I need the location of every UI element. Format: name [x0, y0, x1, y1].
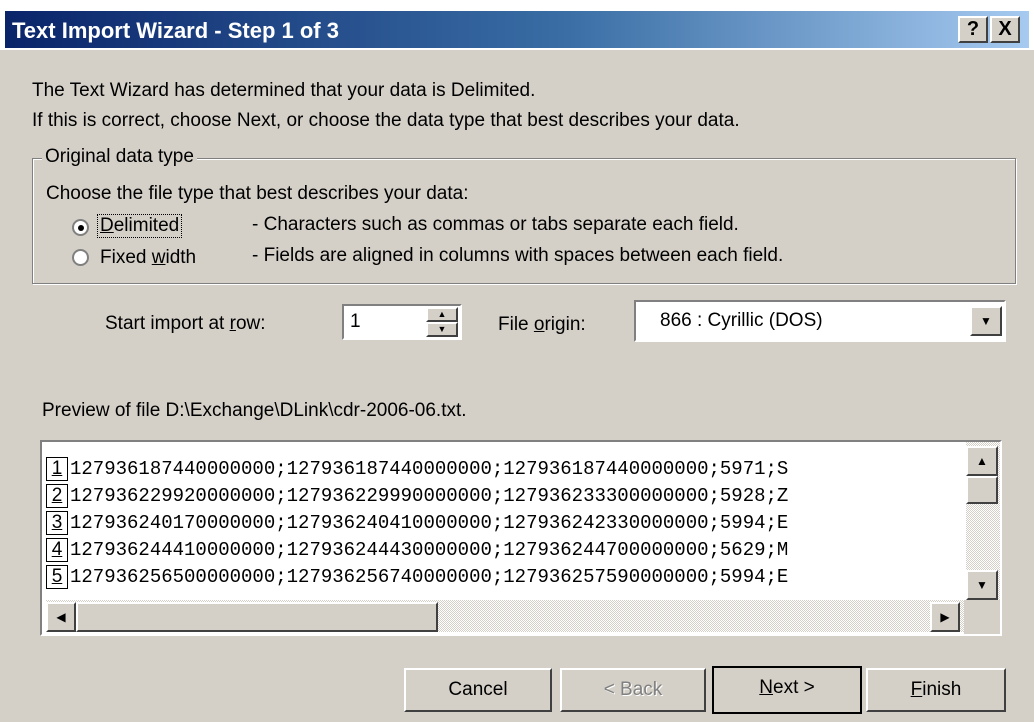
next-button[interactable]: Next > — [712, 666, 862, 714]
delimited-label[interactable]: Delimited — [96, 214, 183, 238]
vertical-scroll-thumb[interactable] — [966, 476, 998, 504]
up-arrow-icon: ▲ — [976, 454, 988, 468]
preview-row: 1 127936187440000000;127936187440000000;1… — [46, 456, 788, 482]
intro-line-2: If this is correct, choose Next, or choo… — [32, 110, 740, 131]
label-part: File — [498, 314, 534, 335]
label-mnemonic: D — [100, 215, 114, 236]
row-text: 127936244410000000;127936244430000000;12… — [70, 539, 789, 561]
preview-label: Preview of file D:\Exchange\DLink\cdr-20… — [42, 400, 467, 421]
label-part: ow: — [235, 313, 266, 334]
file-origin-dropdown-button[interactable]: ▼ — [970, 306, 1002, 336]
fixed-width-description: - Fields are aligned in columns with spa… — [252, 245, 784, 266]
back-button[interactable]: < Back — [560, 668, 706, 712]
fixed-width-radio[interactable] — [72, 249, 89, 266]
finish-button[interactable]: Finish — [866, 668, 1006, 712]
help-button[interactable]: ? — [958, 16, 988, 43]
cancel-button[interactable]: Cancel — [404, 668, 552, 712]
label-part: elimited — [113, 215, 180, 236]
label-part: rigin: — [544, 314, 586, 335]
row-text: 127936187440000000;127936187440000000;12… — [70, 458, 789, 480]
start-row-value: 1 — [350, 311, 361, 332]
start-row-field[interactable]: 1 ▲ ▼ — [342, 304, 462, 340]
down-arrow-icon: ▼ — [437, 324, 447, 334]
row-text: 127936229920000000;127936229990000000;12… — [70, 485, 789, 507]
preview-row: 4 127936244410000000;127936244430000000;1… — [46, 537, 788, 563]
window-title: Text Import Wizard - Step 1 of 3 — [12, 18, 339, 43]
group-legend: Original data type — [42, 146, 197, 168]
row-number: 4 — [46, 538, 68, 562]
spin-down-button[interactable]: ▼ — [426, 322, 458, 337]
label-mnemonic: N — [759, 677, 773, 698]
scroll-right-button[interactable]: ▶ — [930, 602, 960, 632]
close-button[interactable]: X — [990, 16, 1020, 43]
label-part: ext > — [773, 677, 815, 698]
spin-up-button[interactable]: ▲ — [426, 307, 458, 322]
scroll-corner — [964, 600, 1000, 634]
row-number: 5 — [46, 565, 68, 589]
label-part: idth — [165, 247, 197, 268]
radio-dot — [78, 225, 84, 231]
label-mnemonic: F — [910, 679, 923, 700]
label-part: Start import at — [105, 313, 230, 334]
horizontal-scroll-thumb[interactable] — [76, 602, 438, 632]
intro-line-1: The Text Wizard has determined that your… — [32, 80, 536, 101]
left-arrow-icon: ◀ — [56, 610, 66, 624]
row-number: 1 — [46, 457, 68, 481]
row-number: 3 — [46, 511, 68, 535]
fixed-width-label[interactable]: Fixed width — [100, 247, 196, 269]
down-arrow-icon: ▼ — [976, 578, 988, 592]
scroll-up-button[interactable]: ▲ — [966, 446, 998, 476]
scroll-left-button[interactable]: ◀ — [46, 602, 76, 632]
preview-row: 5 127936256500000000;127936256740000000;1… — [46, 564, 788, 590]
delimited-description: - Characters such as commas or tabs sepa… — [252, 214, 739, 235]
row-text: 127936240170000000;127936240410000000;12… — [70, 512, 789, 534]
delimited-radio[interactable] — [72, 219, 89, 236]
start-row-label: Start import at row: — [105, 313, 266, 335]
right-arrow-icon: ▶ — [940, 610, 950, 624]
preview-row: 2 127936229920000000;127936229990000000;1… — [46, 483, 788, 509]
file-origin-value: 866 : Cyrillic (DOS) — [660, 310, 823, 331]
up-arrow-icon: ▲ — [437, 309, 447, 319]
chevron-down-icon: ▼ — [980, 314, 992, 328]
row-number: 2 — [46, 484, 68, 508]
label-part: Fixed — [100, 247, 152, 268]
label-mnemonic: o — [533, 314, 545, 335]
label-mnemonic: w — [151, 247, 166, 268]
file-origin-label: File origin: — [498, 314, 586, 336]
label-part: inish — [922, 679, 962, 700]
preview-row: 3 127936240170000000;127936240410000000;1… — [46, 510, 788, 536]
row-text: 127936256500000000;127936256740000000;12… — [70, 566, 789, 588]
scroll-down-button[interactable]: ▼ — [966, 570, 998, 600]
file-origin-select[interactable]: 866 : Cyrillic (DOS) ▼ — [634, 300, 1006, 342]
file-type-prompt: Choose the file type that best describes… — [46, 183, 469, 204]
preview-pane[interactable]: 1 127936187440000000;127936187440000000;1… — [40, 440, 1002, 636]
